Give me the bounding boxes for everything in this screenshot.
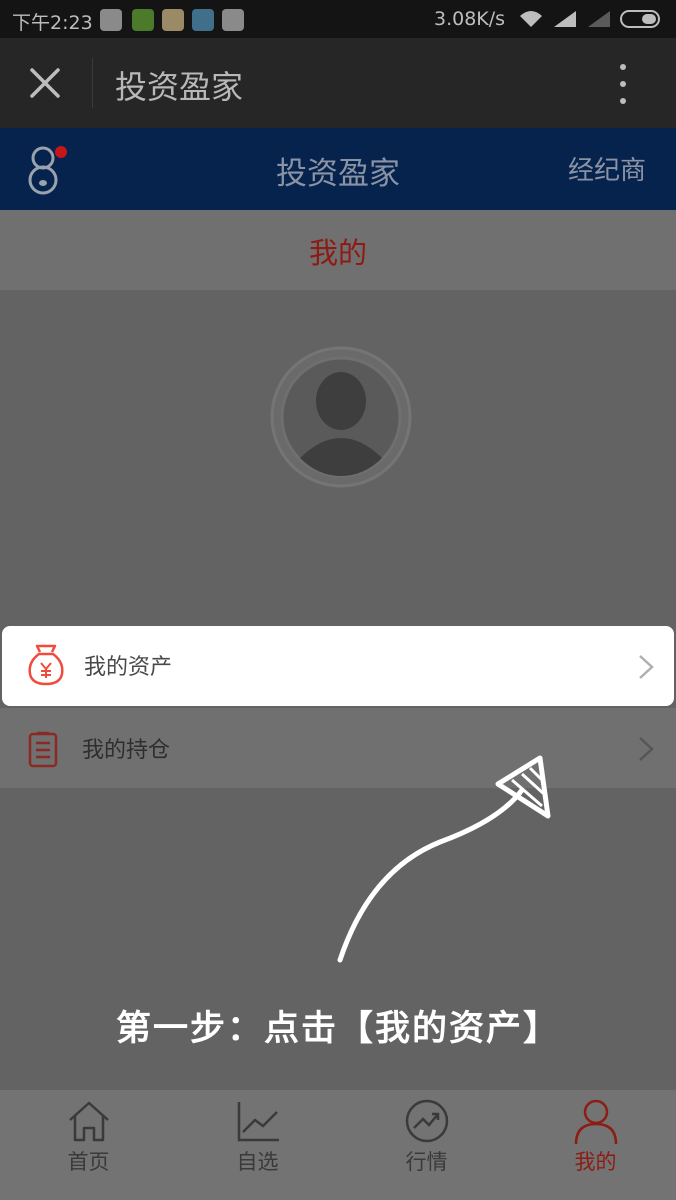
section-title: 我的 (308, 236, 367, 270)
chrome-app-icon (162, 9, 184, 31)
line-chart-icon (237, 1102, 279, 1142)
guide-arrow-icon (337, 755, 551, 963)
app-header: 投资盈家 经纪商 (0, 128, 676, 210)
store-app-icon (222, 9, 244, 31)
nav-label: 首页 (67, 1150, 110, 1174)
section-header: 我的 (0, 210, 676, 290)
nav-item-market[interactable]: 行情 (342, 1090, 511, 1180)
menu-item-label: 我的资产 (84, 655, 173, 680)
status-time: 下午2:23 (12, 12, 93, 34)
person-icon (574, 1099, 618, 1145)
title-divider (92, 58, 93, 108)
profile-area (0, 290, 676, 626)
trend-icon (405, 1099, 449, 1143)
clipboard-icon (28, 731, 58, 768)
guide-instruction: 第一步：点击【我的资产】 (115, 1009, 560, 1049)
more-vertical-icon[interactable] (614, 62, 634, 108)
chevron-right-icon (639, 737, 654, 761)
avatar[interactable] (270, 346, 412, 488)
signal-icon (554, 11, 576, 27)
nav-label: 行情 (405, 1150, 448, 1174)
nav-item-mine[interactable]: 我的 (511, 1090, 676, 1180)
browser-app-icon (192, 9, 214, 31)
nav-item-watchlist[interactable]: 自选 (173, 1090, 342, 1180)
money-bag-icon (28, 644, 64, 686)
bottom-nav: 首页 自选 行情 我的 (0, 1090, 676, 1200)
chevron-right-icon (639, 655, 654, 679)
phone-app-icon (132, 9, 154, 31)
menu-item-label: 我的持仓 (82, 738, 171, 763)
net-speed: 3.08K/s (434, 8, 506, 30)
home-icon (69, 1101, 109, 1142)
nav-item-home[interactable]: 首页 (4, 1090, 173, 1180)
nav-label: 我的 (574, 1150, 617, 1174)
status-bar: 下午2:23 3.08K/s (0, 0, 676, 38)
title-bar: 投资盈家 (0, 38, 676, 128)
notification-app-icon (100, 9, 122, 31)
battery-icon (620, 10, 660, 28)
signal-2-icon (588, 11, 610, 27)
broker-link[interactable]: 经纪商 (568, 150, 646, 187)
close-icon[interactable] (28, 66, 62, 100)
window-title: 投资盈家 (115, 68, 244, 106)
wifi-icon (520, 11, 542, 27)
nav-label: 自选 (236, 1150, 279, 1174)
menu-item-my-assets[interactable]: 我的资产 (2, 626, 674, 706)
